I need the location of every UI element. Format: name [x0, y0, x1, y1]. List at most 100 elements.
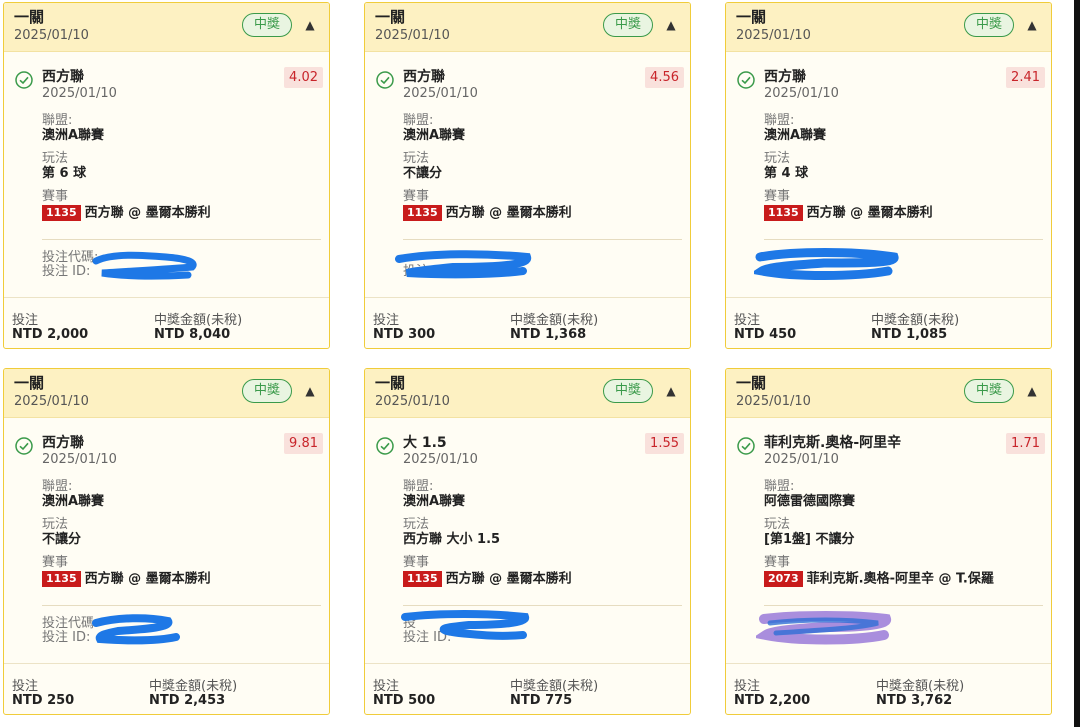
divider	[403, 605, 682, 606]
event-label: 賽事	[403, 189, 430, 204]
selection-date: 2025/01/10	[42, 86, 117, 101]
footer-divider	[726, 663, 1051, 664]
event-label: 賽事	[764, 555, 791, 570]
redaction-scribble	[92, 614, 180, 645]
divider	[403, 239, 682, 240]
event-name: 西方聯 @ 墨爾本勝利	[445, 571, 572, 587]
redaction-scribble	[92, 251, 197, 280]
redaction-scribble	[754, 248, 899, 280]
payout-value: NTD 2,453	[149, 693, 226, 708]
stake-value: NTD 250	[12, 693, 75, 708]
divider	[42, 605, 321, 606]
bet-id-label: 投注 ID:	[42, 264, 91, 279]
play-value: [第1盤] 不讓分	[764, 532, 855, 547]
bet-type-title: 一關	[14, 8, 45, 26]
bet-type-title: 一關	[375, 8, 406, 26]
status-badge: 中獎	[603, 13, 653, 37]
payout-label: 中獎金額(未稅)	[876, 679, 965, 694]
chevron-up-icon[interactable]: ▲	[302, 383, 318, 399]
play-value: 第 6 球	[42, 166, 87, 181]
play-label: 玩法	[764, 517, 791, 532]
status-badge: 中獎	[964, 379, 1014, 403]
league-value: 澳洲A聯賽	[764, 128, 827, 143]
footer-divider	[4, 297, 329, 298]
league-value: 澳洲A聯賽	[403, 128, 466, 143]
bet-type-title: 一關	[736, 8, 767, 26]
check-circle-icon	[15, 437, 33, 455]
payout-label: 中獎金額(未稅)	[871, 313, 960, 328]
odds-value: 1.55	[645, 433, 684, 454]
redaction-scribble	[401, 610, 529, 640]
stake-label: 投注	[12, 679, 39, 694]
selection-date: 2025/01/10	[764, 86, 839, 101]
card-header[interactable]: 一關 2025/01/10 中獎 ▲	[726, 3, 1051, 52]
selection-date: 2025/01/10	[403, 452, 478, 467]
play-label: 玩法	[42, 517, 69, 532]
check-circle-icon	[376, 437, 394, 455]
league-label: 聯盟:	[42, 479, 73, 494]
bet-id-label: 投注 ID:	[42, 630, 91, 645]
status-badge: 中獎	[964, 13, 1014, 37]
event-id-badge: 1135	[42, 571, 81, 587]
card-header[interactable]: 一關 2025/01/10 中獎 ▲	[365, 369, 690, 418]
odds-value: 4.02	[284, 67, 323, 88]
odds-value: 9.81	[284, 433, 323, 454]
league-value: 澳洲A聯賽	[42, 128, 105, 143]
selection-date: 2025/01/10	[403, 86, 478, 101]
stake-label: 投注	[373, 679, 400, 694]
chevron-up-icon[interactable]: ▲	[302, 17, 318, 33]
chevron-up-icon[interactable]: ▲	[1024, 17, 1040, 33]
bet-type-title: 一關	[375, 374, 406, 392]
header-date: 2025/01/10	[736, 394, 811, 409]
chevron-up-icon[interactable]: ▲	[1024, 383, 1040, 399]
bet-card: 一關 2025/01/10 中獎 ▲ 西方聯 2025/01/10 9.81 聯…	[3, 368, 330, 715]
header-date: 2025/01/10	[736, 28, 811, 43]
card-header[interactable]: 一關 2025/01/10 中獎 ▲	[4, 3, 329, 52]
event-row: 2073 菲利克斯.奧格-阿里辛 @ T.保羅	[764, 571, 994, 587]
payout-label: 中獎金額(未稅)	[510, 679, 599, 694]
status-badge: 中獎	[242, 13, 292, 37]
bet-card: 一關 2025/01/10 中獎 ▲ 大 1.5 2025/01/10 1.55…	[364, 368, 691, 715]
redaction-scribble	[756, 611, 891, 645]
stake-label: 投注	[12, 313, 39, 328]
footer-divider	[365, 663, 690, 664]
league-label: 聯盟:	[403, 479, 434, 494]
stake-value: NTD 500	[373, 693, 436, 708]
stake-value: NTD 450	[734, 327, 797, 342]
footer-divider	[4, 663, 329, 664]
stake-value: NTD 300	[373, 327, 436, 342]
card-header[interactable]: 一關 2025/01/10 中獎 ▲	[365, 3, 690, 52]
card-header[interactable]: 一關 2025/01/10 中獎 ▲	[4, 369, 329, 418]
event-label: 賽事	[403, 555, 430, 570]
league-value: 澳洲A聯賽	[42, 494, 105, 509]
bet-type-title: 一關	[14, 374, 45, 392]
payout-value: NTD 3,762	[876, 693, 953, 708]
selection-name: 菲利克斯.奧格-阿里辛	[764, 435, 902, 451]
payout-value: NTD 775	[510, 693, 573, 708]
header-date: 2025/01/10	[14, 28, 89, 43]
divider	[42, 239, 321, 240]
event-name: 西方聯 @ 墨爾本勝利	[806, 205, 933, 221]
chevron-up-icon[interactable]: ▲	[663, 17, 679, 33]
chevron-up-icon[interactable]: ▲	[663, 383, 679, 399]
card-header[interactable]: 一關 2025/01/10 中獎 ▲	[726, 369, 1051, 418]
redaction-scribble	[395, 250, 532, 279]
event-id-badge: 2073	[764, 571, 803, 587]
bet-type-title: 一關	[736, 374, 767, 392]
footer-divider	[726, 297, 1051, 298]
selection-name: 西方聯	[42, 69, 84, 85]
status-badge: 中獎	[603, 379, 653, 403]
footer-divider	[365, 297, 690, 298]
check-circle-icon	[737, 437, 755, 455]
odds-value: 2.41	[1006, 67, 1045, 88]
event-label: 賽事	[42, 189, 69, 204]
event-row: 1135 西方聯 @ 墨爾本勝利	[764, 205, 933, 221]
selection-name: 大 1.5	[403, 435, 447, 451]
divider	[764, 239, 1043, 240]
event-id-badge: 1135	[42, 205, 81, 221]
event-row: 1135 西方聯 @ 墨爾本勝利	[403, 571, 572, 587]
stake-value: NTD 2,000	[12, 327, 89, 342]
divider	[764, 605, 1043, 606]
league-label: 聯盟:	[764, 479, 795, 494]
bet-code-label: 投注代碼:	[42, 250, 99, 265]
